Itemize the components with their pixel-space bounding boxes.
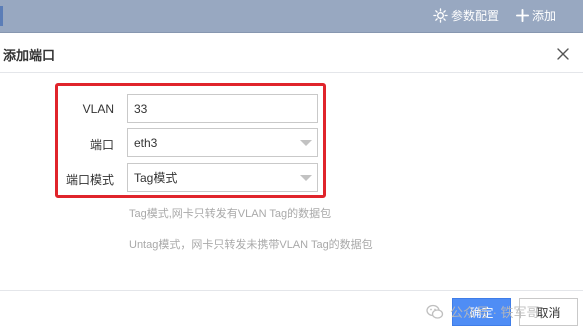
add-label: 添加 — [532, 9, 557, 23]
chevron-down-icon — [300, 175, 312, 181]
vlan-value: 33 — [134, 101, 148, 116]
dialog-header: 添加端口 — [0, 33, 583, 73]
watermark: 公众号 · 铁军哥 — [426, 302, 540, 321]
port-select[interactable]: eth3 — [127, 128, 318, 157]
watermark-text: 公众号 · 铁军哥 — [450, 305, 540, 320]
port-mode-label: 端口模式 — [65, 173, 114, 187]
toolbar-accent — [0, 6, 3, 26]
port-value: eth3 — [134, 135, 158, 150]
parameter-config-label: 参数配置 — [451, 9, 500, 23]
port-mode-select[interactable]: Tag模式 — [127, 163, 318, 192]
parameter-config-button[interactable]: 参数配置 — [433, 7, 499, 24]
port-mode-value: Tag模式 — [134, 171, 178, 185]
plus-icon — [516, 9, 529, 22]
top-toolbar: 参数配置 添加 — [0, 0, 583, 33]
chevron-down-icon — [300, 140, 312, 146]
tag-mode-hint: Tag模式,网卡只转发有VLAN Tag的数据包 — [129, 208, 332, 220]
add-button[interactable]: 添加 — [516, 7, 556, 24]
vlan-label: VLAN — [82, 102, 114, 116]
untag-mode-hint: Untag模式，网卡只转发未携带VLAN Tag的数据包 — [129, 239, 373, 251]
dialog-title: 添加端口 — [3, 48, 56, 63]
gear-icon — [433, 8, 448, 23]
vlan-input[interactable]: 33 — [127, 94, 318, 123]
wechat-logo-icon — [426, 304, 444, 319]
port-label: 端口 — [89, 138, 114, 152]
close-icon[interactable] — [556, 47, 570, 61]
